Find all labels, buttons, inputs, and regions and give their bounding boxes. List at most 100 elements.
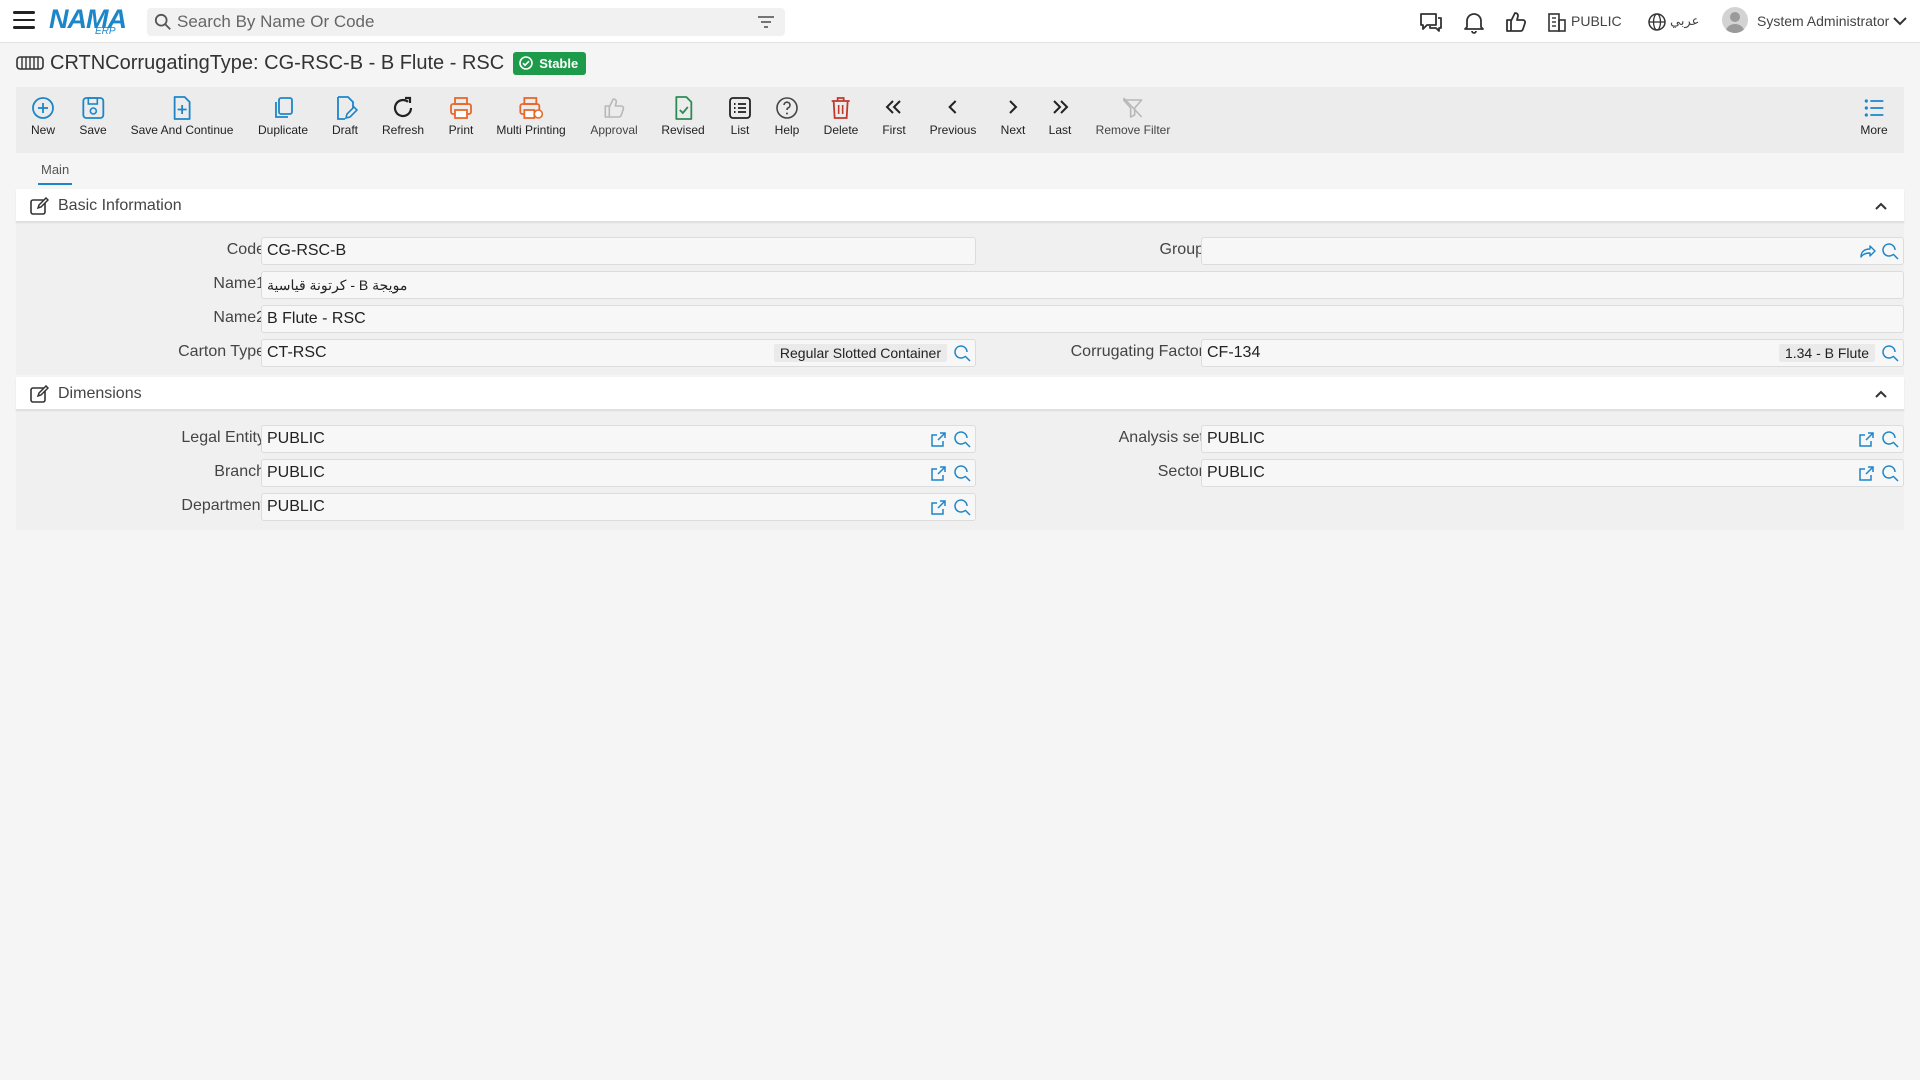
floppy-icon: [82, 97, 104, 119]
remove-filter-button[interactable]: Remove Filter: [1095, 95, 1171, 137]
list-label: List: [730, 123, 750, 137]
more-label: More: [1860, 123, 1888, 137]
edit-icon: [30, 385, 49, 403]
group-field[interactable]: [1201, 237, 1904, 265]
filter-icon[interactable]: [757, 15, 775, 29]
thumbs-up-icon[interactable]: [1503, 9, 1529, 35]
user-name[interactable]: System Administrator: [1757, 13, 1889, 29]
last-label: Last: [1048, 123, 1072, 137]
globe-icon[interactable]: [1647, 12, 1667, 32]
sector-value: PUBLIC: [1207, 464, 1265, 481]
branch-field[interactable]: PUBLIC: [261, 459, 976, 487]
code-value: CG-RSC-B: [267, 242, 347, 259]
dimensions-body: Legal Entity PUBLIC Analysis set PUBLIC …: [16, 413, 1904, 530]
department-value: PUBLIC: [267, 498, 325, 515]
carton-type-field[interactable]: CT-RSC Regular Slotted Container: [261, 339, 976, 367]
delete-button[interactable]: Delete: [823, 95, 859, 137]
tab-main[interactable]: Main: [38, 159, 73, 185]
page-title: CRTNCorrugatingType: CG-RSC-B - B Flute …: [50, 51, 505, 74]
external-link-icon[interactable]: [1858, 465, 1875, 482]
help-button[interactable]: Help: [774, 95, 800, 137]
legal-entity-selector[interactable]: PUBLIC: [1571, 13, 1622, 29]
corrugating-factor-label: Corrugating Factor: [1070, 343, 1204, 360]
legal-entity-field[interactable]: PUBLIC: [261, 425, 976, 453]
branch-value: PUBLIC: [267, 464, 325, 481]
share-arrow-icon[interactable]: [1860, 243, 1877, 260]
dimensions-header[interactable]: Dimensions: [16, 377, 1904, 411]
list-button[interactable]: List: [727, 95, 753, 137]
refresh-button[interactable]: Refresh: [382, 95, 424, 137]
next-button[interactable]: Next: [1000, 95, 1026, 137]
filter-off-icon: [1123, 97, 1143, 118]
action-toolbar: New Save Save And Continue Duplicate Dra…: [16, 87, 1904, 153]
approval-button[interactable]: Approval: [590, 95, 638, 137]
sector-field[interactable]: PUBLIC: [1201, 459, 1904, 487]
basic-information-header[interactable]: Basic Information: [16, 189, 1904, 223]
plus-circle-icon: [32, 97, 54, 119]
more-list-icon: [1864, 99, 1883, 117]
chevron-down-icon[interactable]: [1893, 16, 1907, 26]
chevron-up-icon[interactable]: [1874, 387, 1888, 401]
previous-button[interactable]: Previous: [930, 95, 976, 137]
save-and-continue-button[interactable]: Save And Continue: [131, 95, 233, 137]
basic-information-body: Code CG-RSC-B Group Name1 كرتونة قياسية …: [16, 225, 1904, 375]
external-link-icon[interactable]: [930, 499, 947, 516]
logo[interactable]: NAMA ERP: [49, 4, 131, 40]
language-switch[interactable]: عربي: [1670, 13, 1699, 29]
revised-label: Revised: [661, 123, 705, 137]
code-field[interactable]: CG-RSC-B: [261, 237, 976, 265]
more-button[interactable]: More: [1860, 95, 1888, 137]
lookup-search-icon[interactable]: [1882, 345, 1899, 362]
chevron-up-icon[interactable]: [1874, 199, 1888, 213]
last-button[interactable]: Last: [1047, 95, 1073, 137]
save-button[interactable]: Save: [79, 95, 107, 137]
lookup-search-icon[interactable]: [954, 431, 971, 448]
user-avatar[interactable]: [1722, 7, 1748, 33]
draft-button[interactable]: Draft: [332, 95, 358, 137]
file-plus-icon: [174, 96, 191, 120]
external-link-icon[interactable]: [930, 431, 947, 448]
name2-field[interactable]: B Flute - RSC: [261, 305, 1904, 333]
menu-icon[interactable]: [13, 11, 35, 31]
remove-filter-label: Remove Filter: [1095, 123, 1171, 137]
print-label: Print: [448, 123, 474, 137]
lookup-search-icon[interactable]: [954, 499, 971, 516]
first-button[interactable]: First: [881, 95, 907, 137]
new-button[interactable]: New: [30, 95, 56, 137]
lookup-search-icon[interactable]: [954, 465, 971, 482]
lookup-search-icon[interactable]: [1882, 465, 1899, 482]
name2-value: B Flute - RSC: [267, 310, 366, 327]
corrugating-factor-value: CF-134: [1207, 344, 1261, 361]
chevrons-left-icon: [885, 100, 901, 114]
external-link-icon[interactable]: [1858, 431, 1875, 448]
multi-printing-button[interactable]: Multi Printing: [496, 95, 566, 137]
search-input[interactable]: [177, 10, 737, 34]
delete-label: Delete: [823, 123, 859, 137]
notification-bell-icon[interactable]: [1461, 9, 1487, 35]
trash-icon: [832, 97, 850, 119]
external-link-icon[interactable]: [930, 465, 947, 482]
building-icon: [1548, 13, 1566, 32]
chat-icon[interactable]: [1418, 9, 1444, 35]
approval-label: Approval: [590, 123, 638, 137]
name1-field[interactable]: كرتونة قياسية - B مويجة: [261, 271, 1904, 299]
corrugating-factor-field[interactable]: CF-134 1.34 - B Flute: [1201, 339, 1904, 367]
legal-entity-value: PUBLIC: [267, 430, 325, 447]
duplicate-button[interactable]: Duplicate: [258, 95, 308, 137]
multi-printing-label: Multi Printing: [496, 123, 566, 137]
lookup-search-icon[interactable]: [954, 345, 971, 362]
lookup-search-icon[interactable]: [1882, 431, 1899, 448]
analysis-set-value: PUBLIC: [1207, 430, 1265, 447]
refresh-label: Refresh: [381, 123, 425, 137]
logo-text: NAMA: [49, 4, 127, 34]
corrugating-factor-description: 1.34 - B Flute: [1778, 344, 1875, 362]
department-field[interactable]: PUBLIC: [261, 493, 976, 521]
revised-button[interactable]: Revised: [661, 95, 705, 137]
lookup-search-icon[interactable]: [1882, 243, 1899, 260]
check-circle-icon: [519, 56, 533, 70]
analysis-set-field[interactable]: PUBLIC: [1201, 425, 1904, 453]
legal-entity-label: Legal Entity: [181, 429, 265, 446]
duplicate-label: Duplicate: [257, 123, 309, 137]
user-icon: [1725, 12, 1745, 33]
print-button[interactable]: Print: [448, 95, 474, 137]
